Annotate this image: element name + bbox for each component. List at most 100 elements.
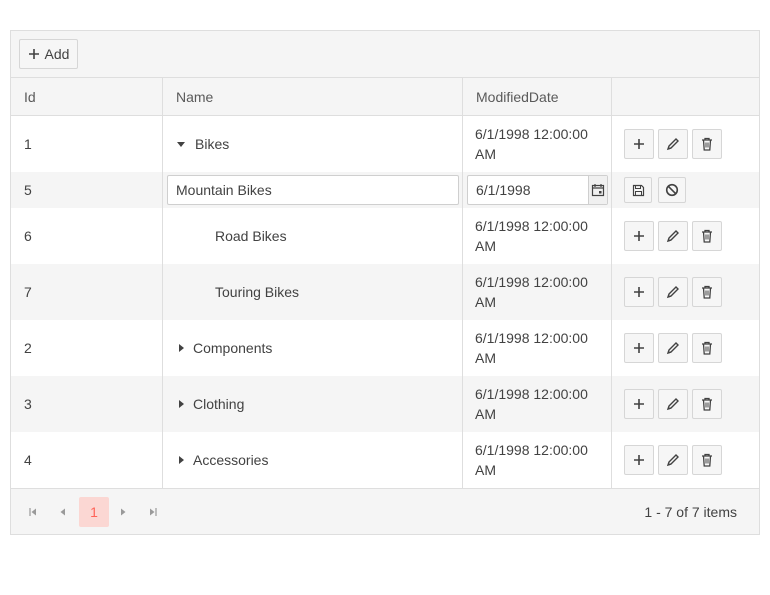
row-name-text: Accessories	[193, 452, 269, 468]
add-child-button[interactable]	[624, 129, 654, 159]
delete-button[interactable]	[692, 445, 722, 475]
page-number-button[interactable]: 1	[79, 497, 109, 527]
table-row: 4 Accessories 6/1/1998 12:00:00 AM	[11, 432, 759, 488]
table-row: 1 Bikes 6/1/1998 12:00:00 AM	[11, 116, 759, 172]
row-name-text: Touring Bikes	[215, 284, 300, 300]
cell-commands	[611, 172, 759, 208]
trash-icon	[700, 137, 714, 151]
add-button-label: Add	[44, 46, 70, 62]
delete-button[interactable]	[692, 277, 722, 307]
row-name-text: Components	[193, 340, 273, 356]
next-page-button[interactable]	[109, 497, 137, 527]
cell-modified-date	[462, 172, 611, 208]
plus-icon	[633, 138, 645, 150]
cell-id: 5	[24, 182, 32, 198]
last-page-icon	[148, 507, 158, 517]
table-row: 3 Clothing 6/1/1998 12:00:00 AM	[11, 376, 759, 432]
caret-right-icon	[118, 507, 128, 517]
cell-modified-date: 6/1/1998 12:00:00 AM	[462, 264, 611, 320]
delete-button[interactable]	[692, 389, 722, 419]
column-header-commands	[611, 78, 759, 115]
caret-right-icon[interactable]	[175, 455, 187, 465]
plus-icon	[633, 230, 645, 242]
table-row: 2 Components 6/1/1998 12:00:00 AM	[11, 320, 759, 376]
column-header-row: Id Name ModifiedDate	[11, 78, 759, 116]
date-picker	[467, 175, 608, 205]
trash-icon	[700, 397, 714, 411]
delete-button[interactable]	[692, 221, 722, 251]
edit-button[interactable]	[658, 277, 688, 307]
add-child-button[interactable]	[624, 389, 654, 419]
cell-id: 3	[24, 396, 32, 412]
name-edit-input[interactable]	[167, 175, 459, 205]
last-page-button[interactable]	[139, 497, 167, 527]
save-icon	[632, 184, 645, 197]
cell-modified-date: 6/1/1998 12:00:00 AM	[462, 116, 611, 172]
cell-name: Components	[162, 320, 462, 376]
table-row-editing: 5	[11, 172, 759, 208]
trash-icon	[700, 341, 714, 355]
table-row: 6 Road Bikes 6/1/1998 12:00:00 AM	[11, 208, 759, 264]
trash-icon	[700, 453, 714, 467]
cell-id: 2	[24, 340, 32, 356]
row-name-text: Bikes	[195, 136, 230, 152]
cancel-icon	[665, 183, 679, 197]
edit-button[interactable]	[658, 129, 688, 159]
pencil-icon	[666, 229, 680, 243]
caret-right-icon[interactable]	[175, 399, 187, 409]
pager: 1 1 - 7 of 7 items	[11, 488, 759, 534]
cell-commands	[611, 432, 759, 488]
add-child-button[interactable]	[624, 333, 654, 363]
edit-button[interactable]	[658, 389, 688, 419]
tree-list: Add Id Name ModifiedDate 1 Bikes 6/1/199…	[10, 30, 760, 535]
cell-modified-date: 6/1/1998 12:00:00 AM	[462, 208, 611, 264]
calendar-icon	[591, 183, 605, 197]
add-child-button[interactable]	[624, 277, 654, 307]
plus-icon	[633, 454, 645, 466]
calendar-button[interactable]	[588, 176, 607, 204]
cell-name: Accessories	[162, 432, 462, 488]
save-button[interactable]	[624, 177, 652, 203]
cell-commands	[611, 116, 759, 172]
column-header-modified-date[interactable]: ModifiedDate	[462, 78, 611, 115]
plus-icon	[633, 342, 645, 354]
cell-name: Road Bikes	[162, 208, 462, 264]
cell-commands	[611, 320, 759, 376]
column-header-id[interactable]: Id	[11, 78, 162, 115]
date-edit-input[interactable]	[468, 176, 588, 204]
edit-button[interactable]	[658, 445, 688, 475]
delete-button[interactable]	[692, 333, 722, 363]
pencil-icon	[666, 137, 680, 151]
pager-info: 1 - 7 of 7 items	[644, 504, 737, 520]
column-header-name[interactable]: Name	[162, 78, 462, 115]
edit-button[interactable]	[658, 333, 688, 363]
cell-id: 6	[24, 228, 32, 244]
caret-down-icon[interactable]	[175, 139, 187, 149]
caret-right-icon[interactable]	[175, 343, 187, 353]
cell-name: Touring Bikes	[162, 264, 462, 320]
cell-modified-date: 6/1/1998 12:00:00 AM	[462, 320, 611, 376]
pencil-icon	[666, 341, 680, 355]
plus-icon	[633, 398, 645, 410]
cell-commands	[611, 208, 759, 264]
delete-button[interactable]	[692, 129, 722, 159]
add-button[interactable]: Add	[19, 39, 78, 69]
cell-modified-date: 6/1/1998 12:00:00 AM	[462, 376, 611, 432]
row-name-text: Road Bikes	[215, 228, 287, 244]
toolbar: Add	[11, 31, 759, 78]
first-page-icon	[28, 507, 38, 517]
cancel-button[interactable]	[658, 177, 686, 203]
first-page-button[interactable]	[19, 497, 47, 527]
cell-commands	[611, 376, 759, 432]
add-child-button[interactable]	[624, 445, 654, 475]
add-child-button[interactable]	[624, 221, 654, 251]
edit-button[interactable]	[658, 221, 688, 251]
pencil-icon	[666, 397, 680, 411]
cell-id: 4	[24, 452, 32, 468]
row-name-text: Clothing	[193, 396, 245, 412]
table-row: 7 Touring Bikes 6/1/1998 12:00:00 AM	[11, 264, 759, 320]
cell-id: 1	[24, 136, 32, 152]
trash-icon	[700, 285, 714, 299]
pencil-icon	[666, 285, 680, 299]
previous-page-button[interactable]	[49, 497, 77, 527]
